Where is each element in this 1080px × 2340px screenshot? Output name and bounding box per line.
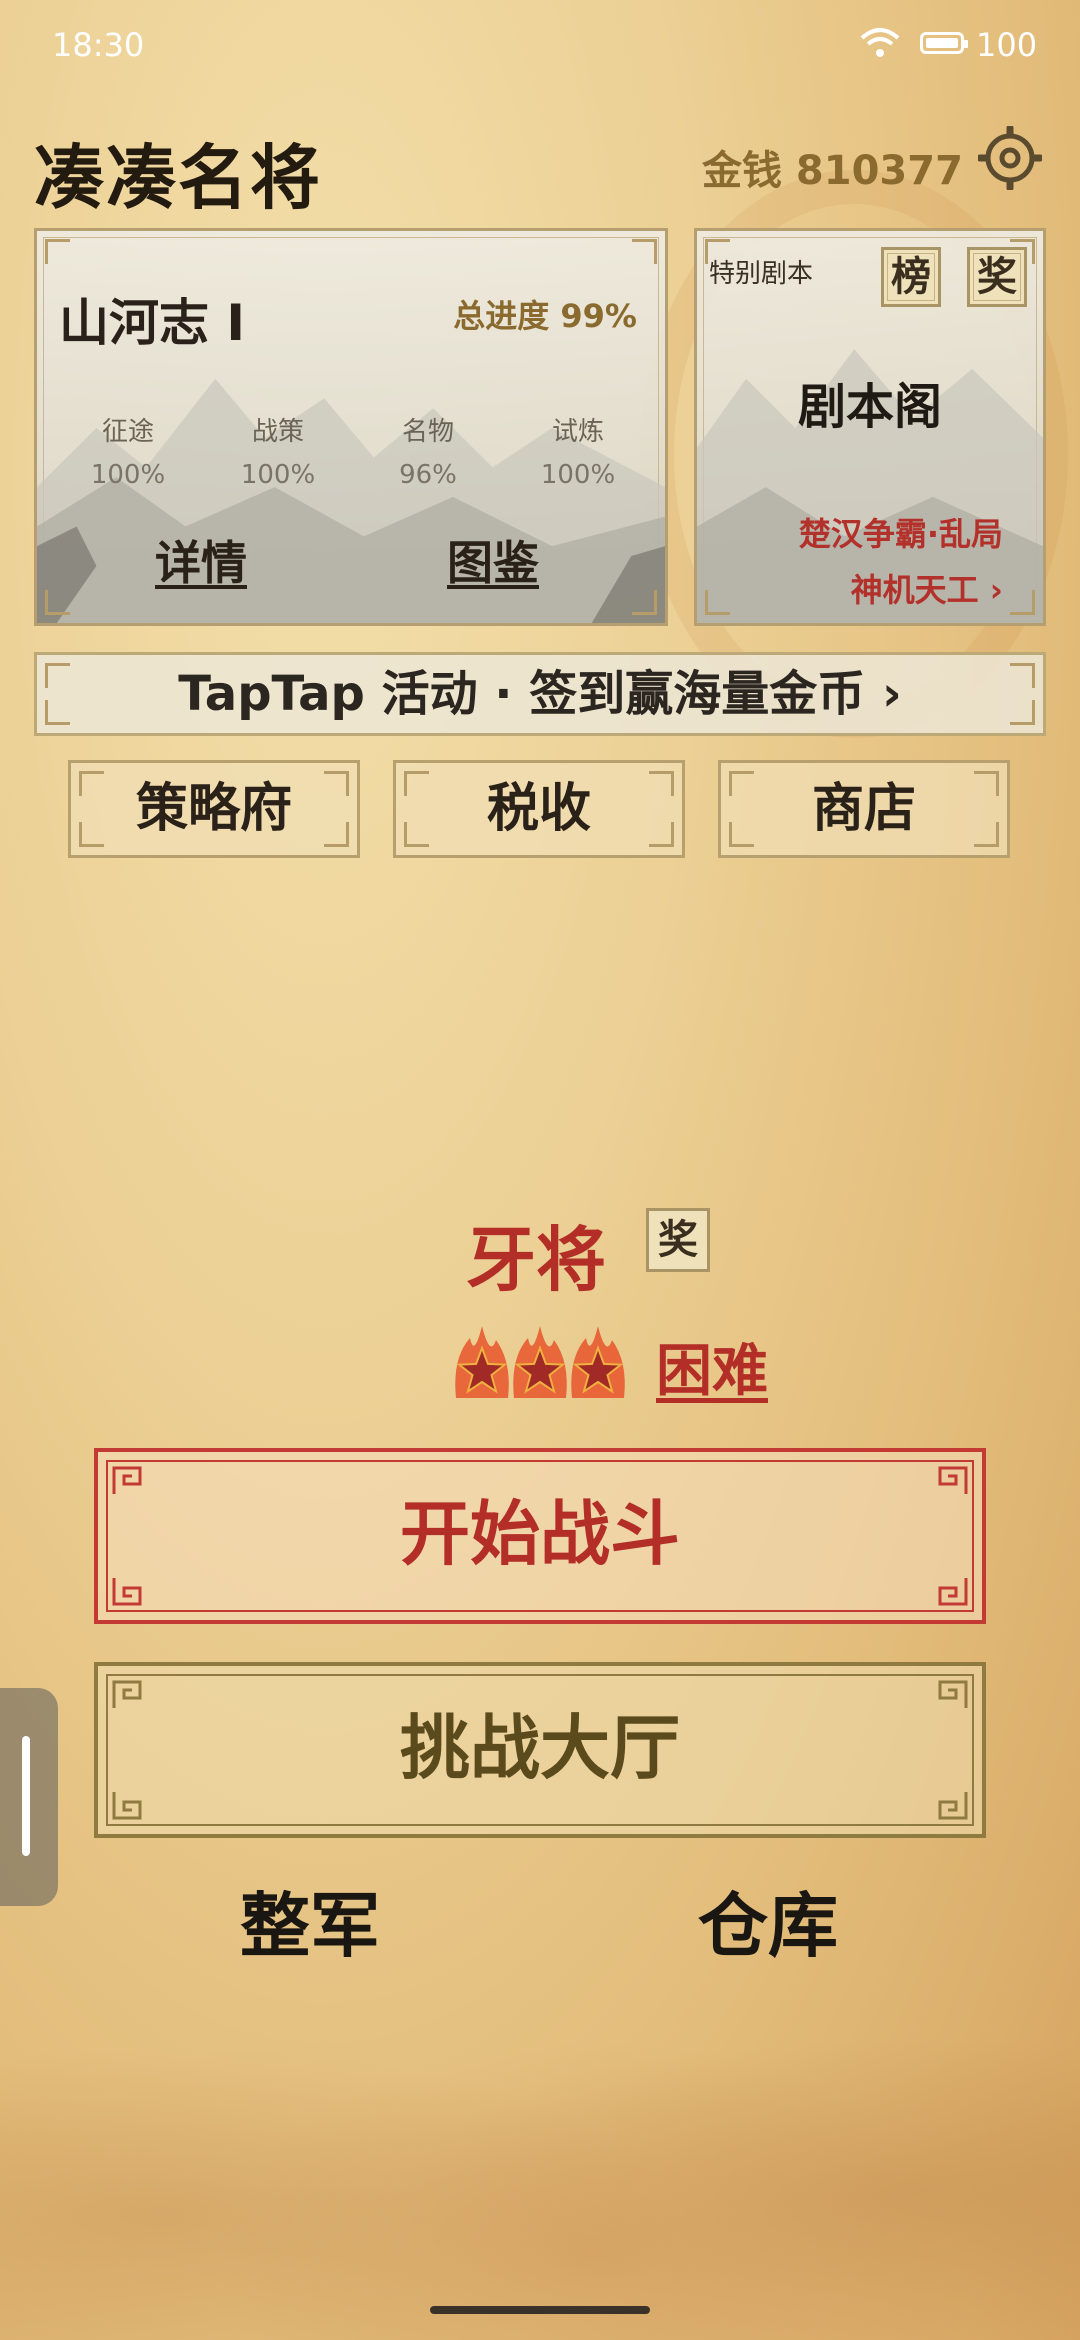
corner-ornament [632, 590, 657, 615]
shop-button[interactable]: 商店 [718, 760, 1010, 858]
corner-ornament [404, 822, 429, 847]
event-banner[interactable]: TapTap 活动 · 签到赢海量金币 › [34, 652, 1046, 736]
reward-button[interactable]: 奖 [967, 247, 1027, 307]
corner-ornament [632, 239, 657, 264]
stat-label: 试炼 [551, 417, 604, 447]
corner-ornament [974, 771, 999, 796]
status-time: 18:30 [52, 26, 145, 64]
fret-ornament [112, 1466, 142, 1494]
special-scenario-card[interactable]: 特别剧本 榜 奖 剧本阁 楚汉争霸·乱局 神机天工 › [694, 228, 1046, 626]
special-scenario-label: 特别剧本 [709, 259, 814, 289]
strategy-button[interactable]: 策略府 [68, 760, 360, 858]
stat-label: 名物 [401, 417, 454, 447]
stat-items: 名物 96% [373, 411, 483, 490]
scenario-sub-link[interactable]: 神机天工 › [851, 565, 1003, 611]
event-banner-text: TapTap 活动 · 签到赢海量金币 › [178, 666, 902, 722]
corner-ornament [404, 771, 429, 796]
fret-ornament [938, 1792, 968, 1820]
story-title: 山河志 I [59, 294, 246, 352]
handle-bar [22, 1736, 30, 1856]
wifi-icon [860, 28, 900, 57]
army-button[interactable]: 整军 [240, 1870, 380, 1971]
corner-ornament [324, 771, 349, 796]
home-indicator[interactable] [430, 2306, 650, 2314]
corner-ornament [649, 822, 674, 847]
stat-journey: 征途 100% [73, 411, 183, 490]
rank-reward-button[interactable]: 奖 [646, 1208, 710, 1272]
corner-ornament [729, 771, 754, 796]
settings-gear-icon[interactable] [978, 126, 1042, 190]
shop-button-label: 商店 [811, 779, 916, 839]
story-card[interactable]: 山河志 I 总进度 99% 征途 100% 战策 100% 名物 96% 试炼 … [34, 228, 668, 626]
fret-ornament [112, 1792, 142, 1820]
status-bar: 18:30 100 [0, 0, 1080, 90]
total-progress: 总进度 99% [453, 297, 637, 335]
difficulty-stars [455, 1326, 625, 1398]
start-battle-button[interactable]: 开始战斗 [94, 1448, 986, 1624]
stat-strategy: 战策 100% [223, 411, 333, 490]
battery-icon [920, 32, 968, 54]
difficulty-link[interactable]: 困难 [656, 1326, 768, 1407]
corner-ornament [1010, 700, 1035, 725]
stat-value: 100% [90, 460, 166, 490]
fret-ornament [938, 1578, 968, 1606]
corner-ornament [729, 822, 754, 847]
fret-ornament [938, 1466, 968, 1494]
stat-value: 100% [240, 460, 316, 490]
corner-ornament [45, 663, 70, 688]
app-title: 凑凑名将 [34, 137, 322, 219]
stat-value: 100% [540, 460, 616, 490]
stat-label: 战策 [251, 417, 304, 447]
corner-ornament [45, 590, 70, 615]
side-drawer-handle[interactable] [0, 1688, 58, 1906]
fret-ornament [938, 1680, 968, 1708]
corner-ornament [1010, 663, 1035, 688]
stat-value: 96% [399, 460, 457, 490]
ranking-button[interactable]: 榜 [881, 247, 941, 307]
corner-ornament [79, 771, 104, 796]
corner-ornament [79, 822, 104, 847]
corner-ornament [1010, 590, 1035, 615]
battery-percent: 100 [976, 26, 1038, 64]
corner-ornament [45, 700, 70, 725]
tax-button[interactable]: 税收 [393, 760, 685, 858]
stat-label: 征途 [101, 417, 154, 447]
corner-ornament [649, 771, 674, 796]
strategy-button-label: 策略府 [135, 779, 292, 839]
rank-title: 牙将 [466, 1219, 606, 1301]
challenge-hall-button[interactable]: 挑战大厅 [94, 1662, 986, 1838]
challenge-hall-label: 挑战大厅 [400, 1707, 680, 1789]
scenario-name: 楚汉争霸·乱局 [798, 515, 1003, 553]
warehouse-button[interactable]: 仓库 [698, 1870, 838, 1971]
corner-ornament [705, 590, 730, 615]
details-link[interactable]: 详情 [155, 527, 247, 593]
corner-ornament [974, 822, 999, 847]
start-battle-label: 开始战斗 [400, 1493, 680, 1575]
background-clouds [0, 1920, 1080, 2340]
fret-ornament [112, 1680, 142, 1708]
corner-ornament [324, 822, 349, 847]
tax-button-label: 税收 [486, 779, 591, 839]
fret-ornament [112, 1578, 142, 1606]
corner-ornament [45, 239, 70, 264]
money-display: 金钱 810377 [702, 148, 963, 194]
scenario-pavilion-title: 剧本阁 [797, 379, 942, 435]
stat-trial: 试炼 100% [523, 411, 633, 490]
codex-link[interactable]: 图鉴 [447, 527, 539, 593]
